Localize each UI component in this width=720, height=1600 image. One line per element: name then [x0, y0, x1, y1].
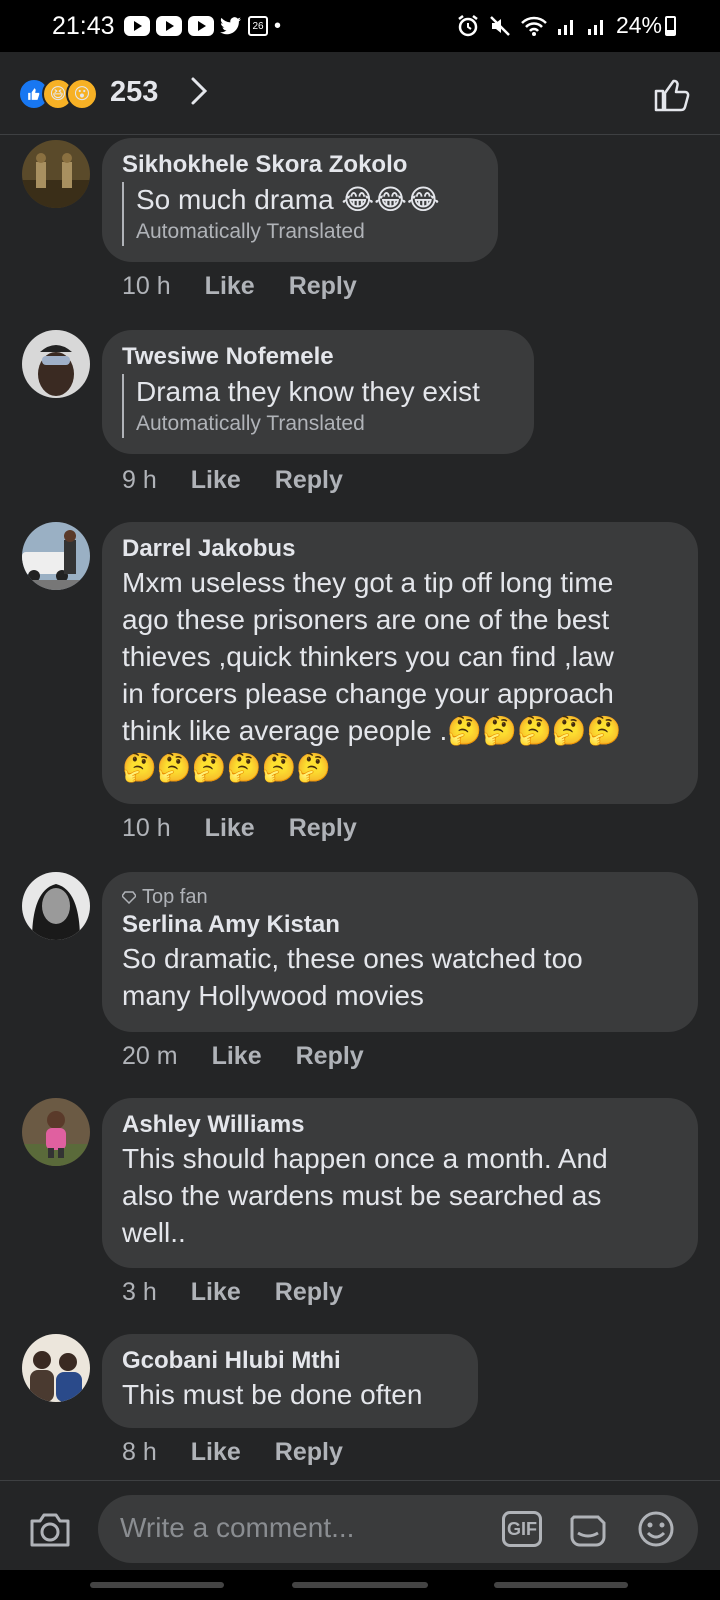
like-post-icon[interactable] — [652, 74, 692, 114]
comment-author[interactable]: Sikhokhele Skora Zokolo — [122, 150, 478, 180]
reaction-icons[interactable]: 😆 😮 — [18, 78, 98, 110]
nav-back-button[interactable] — [494, 1582, 628, 1588]
reply-button[interactable]: Reply — [296, 1042, 364, 1071]
reply-button[interactable]: Reply — [289, 814, 357, 843]
reply-button[interactable]: Reply — [275, 1438, 343, 1467]
like-button[interactable]: Like — [191, 1278, 241, 1307]
avatar[interactable] — [22, 522, 90, 590]
comment-time[interactable]: 20 m — [122, 1042, 178, 1071]
mute-icon — [490, 15, 510, 36]
like-button[interactable]: Like — [191, 1438, 241, 1467]
reactions-header: 😆 😮 253 — [0, 52, 720, 135]
reply-button[interactable]: Reply — [275, 1278, 343, 1307]
avatar[interactable] — [22, 1098, 90, 1166]
twitter-icon — [220, 17, 242, 35]
auto-translated-label[interactable]: Automatically Translated — [136, 218, 478, 246]
like-button[interactable]: Like — [205, 272, 255, 301]
comment-text: So dramatic, these ones watched too many… — [122, 943, 583, 1011]
auto-translated-label[interactable]: Automatically Translated — [136, 410, 514, 438]
comment-bubble[interactable]: Top fan Serlina Amy Kistan So dramatic, … — [102, 872, 698, 1032]
like-button[interactable]: Like — [205, 814, 255, 843]
avatar[interactable] — [22, 872, 90, 940]
youtube-icon — [188, 16, 214, 36]
sticker-icon[interactable] — [568, 1509, 608, 1549]
gif-button[interactable]: GIF — [502, 1511, 542, 1547]
comment-input-placeholder: Write a comment... — [120, 1512, 355, 1543]
comment-composer: Write a comment... GIF — [0, 1480, 720, 1571]
comment-bubble[interactable]: Gcobani Hlubi Mthi This must be done oft… — [102, 1334, 478, 1428]
like-button[interactable]: Like — [191, 466, 241, 495]
chevron-right-icon[interactable] — [182, 74, 216, 108]
comment-time[interactable]: 10 h — [122, 814, 171, 843]
avatar[interactable] — [22, 1334, 90, 1402]
top-fan-badge[interactable]: Top fan — [122, 884, 678, 910]
comment-time[interactable]: 8 h — [122, 1438, 157, 1467]
comment-actions: 10 h Like Reply — [122, 272, 357, 301]
comment-text: Mxm useless they got a tip off long time… — [122, 567, 622, 783]
comment-time[interactable]: 3 h — [122, 1278, 157, 1307]
comment-author[interactable]: Gcobani Hlubi Mthi — [122, 1346, 458, 1376]
comment-actions: 20 m Like Reply — [122, 1042, 364, 1071]
alarm-icon — [458, 14, 478, 36]
translated-block: So much drama 😂😂😂 Automatically Translat… — [122, 182, 478, 246]
comment-bubble[interactable]: Sikhokhele Skora Zokolo So much drama 😂😂… — [102, 138, 498, 262]
avatar[interactable] — [22, 140, 90, 208]
like-button[interactable]: Like — [212, 1042, 262, 1071]
comment-author[interactable]: Darrel Jakobus — [122, 534, 678, 564]
diamond-icon — [122, 891, 136, 904]
comment-text: Drama they know they exist — [136, 376, 480, 407]
youtube-icon — [156, 16, 182, 36]
comment-time[interactable]: 9 h — [122, 466, 157, 495]
translated-block: Drama they know they exist Automatically… — [122, 374, 514, 438]
camera-icon[interactable] — [28, 1509, 72, 1549]
comment-bubble[interactable]: Darrel Jakobus Mxm useless they got a ti… — [102, 522, 698, 804]
signal-icon — [557, 19, 573, 35]
comment-text: This should happen once a month. And als… — [122, 1143, 608, 1248]
comment-time[interactable]: 10 h — [122, 272, 171, 301]
youtube-icon — [124, 16, 150, 36]
system-nav-bar — [0, 1570, 720, 1600]
status-time: 21:43 — [52, 12, 115, 40]
emoji-icon[interactable] — [636, 1509, 676, 1549]
nav-recent-button[interactable] — [90, 1582, 224, 1588]
signal-icon — [587, 19, 603, 35]
comment-actions: 3 h Like Reply — [122, 1278, 343, 1307]
comment-actions: 8 h Like Reply — [122, 1438, 343, 1467]
status-bar: 21:43 26 • 24% — [0, 0, 720, 52]
comment-author[interactable]: Serlina Amy Kistan — [122, 910, 678, 940]
comment-actions: 10 h Like Reply — [122, 814, 357, 843]
avatar[interactable] — [22, 330, 90, 398]
comment-author[interactable]: Ashley Williams — [122, 1110, 678, 1140]
reaction-count[interactable]: 253 — [110, 76, 158, 109]
dot-icon: • — [274, 15, 282, 37]
calendar-icon: 26 — [248, 16, 268, 36]
comment-bubble[interactable]: Ashley Williams This should happen once … — [102, 1098, 698, 1268]
comment-author[interactable]: Twesiwe Nofemele — [122, 342, 514, 372]
comment-input[interactable]: Write a comment... GIF — [98, 1495, 698, 1563]
wow-reaction-icon: 😮 — [66, 78, 98, 110]
battery-icon — [665, 16, 676, 36]
system-icons: 24% — [456, 12, 662, 39]
comment-text: So much drama 😂😂😂 — [136, 184, 440, 215]
reply-button[interactable]: Reply — [275, 466, 343, 495]
comment-actions: 9 h Like Reply — [122, 466, 343, 495]
reply-button[interactable]: Reply — [289, 272, 357, 301]
comment-bubble[interactable]: Twesiwe Nofemele Drama they know they ex… — [102, 330, 534, 454]
notification-icons: 26 • — [124, 14, 281, 38]
nav-home-button[interactable] — [292, 1582, 428, 1588]
wifi-icon — [521, 16, 547, 36]
comment-text: This must be done often — [122, 1379, 423, 1410]
battery-percent: 24% — [615, 12, 662, 38]
